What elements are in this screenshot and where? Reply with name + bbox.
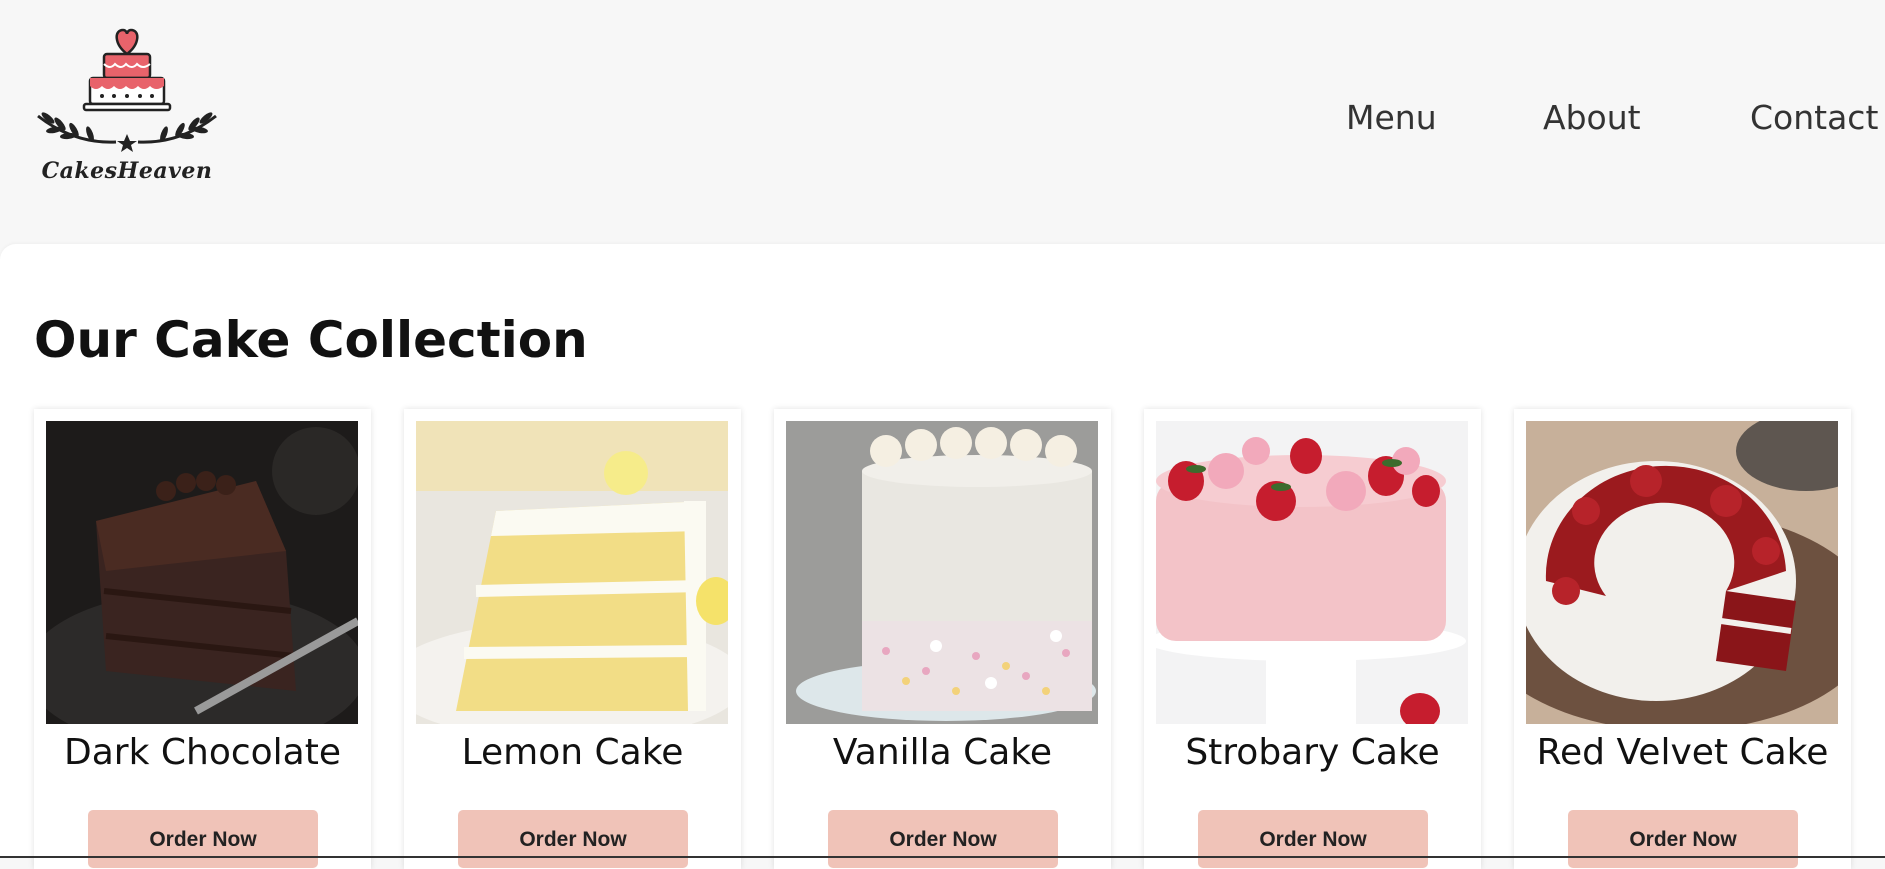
dark-chocolate-image	[46, 421, 358, 724]
nav-about-link[interactable]: About	[1543, 96, 1641, 140]
cake-card: Strobary Cake Order Now	[1144, 409, 1481, 869]
cake-name: Strobary Cake	[1185, 732, 1440, 773]
site-header: CakesHeaven Menu About Contact	[0, 0, 1885, 242]
cake-name: Lemon Cake	[461, 732, 684, 773]
strawberry-cake-image	[1156, 421, 1468, 724]
order-now-button[interactable]: Order Now	[1568, 810, 1798, 868]
order-now-button[interactable]: Order Now	[828, 810, 1058, 868]
vanilla-cake-image	[786, 421, 1098, 724]
red-velvet-cake-image	[1526, 421, 1838, 724]
order-now-button[interactable]: Order Now	[88, 810, 318, 868]
cake-name: Vanilla Cake	[832, 732, 1053, 773]
cake-name: Dark Chocolate	[64, 732, 341, 773]
logo[interactable]: CakesHeaven	[34, 26, 220, 192]
nav-menu-link[interactable]: Menu	[1346, 96, 1437, 140]
cake-card: Red Velvet Cake Order Now	[1514, 409, 1851, 869]
main-content: Our Cake Collection Dark Chocolate Order…	[0, 244, 1885, 869]
cake-card: Lemon Cake Order Now	[404, 409, 741, 869]
cake-card: Vanilla Cake Order Now	[774, 409, 1111, 869]
order-now-button[interactable]: Order Now	[1198, 810, 1428, 868]
nav-contact-link[interactable]: Contact	[1750, 96, 1878, 140]
order-now-button[interactable]: Order Now	[458, 810, 688, 868]
cake-name: Red Velvet Cake	[1536, 732, 1829, 773]
cake-card: Dark Chocolate Order Now	[34, 409, 371, 869]
page-title: Our Cake Collection	[34, 311, 588, 369]
cake-logo-icon	[37, 28, 217, 152]
brand-name: CakesHeaven	[41, 158, 213, 184]
lemon-cake-image	[416, 421, 728, 724]
